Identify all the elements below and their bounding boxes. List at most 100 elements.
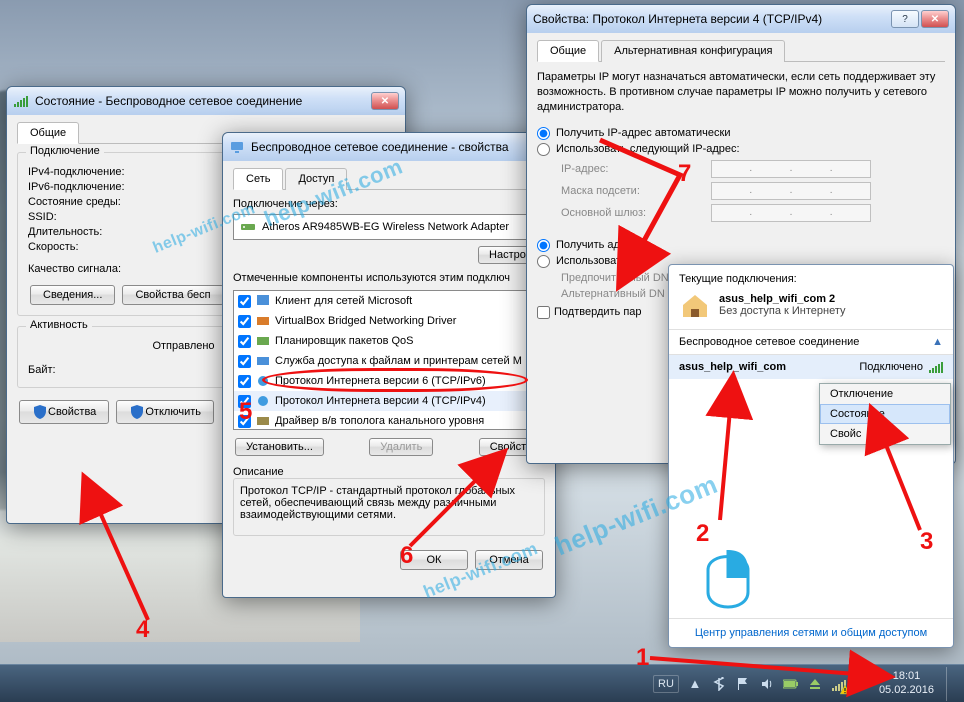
radio-auto-label: Получить IP-адрес автоматически bbox=[556, 127, 730, 139]
status-titlebar[interactable]: Состояние - Беспроводное сетевое соедине… bbox=[7, 87, 405, 115]
radio-auto-ip[interactable]: Получить IP-адрес автоматически bbox=[537, 127, 945, 140]
sent-label: Отправлено bbox=[152, 340, 214, 352]
ipv4-titlebar[interactable]: Свойства: Протокол Интернета версии 4 (T… bbox=[527, 5, 955, 33]
remove-button: Удалить bbox=[369, 438, 433, 456]
language-indicator[interactable]: RU bbox=[653, 675, 679, 693]
tab-access[interactable]: Доступ bbox=[285, 168, 347, 190]
radio[interactable] bbox=[537, 127, 550, 140]
wifi-ssid: asus_help_wifi_com bbox=[679, 361, 786, 373]
tab-general[interactable]: Общие bbox=[537, 40, 599, 62]
network-tray-icon[interactable] bbox=[831, 676, 847, 692]
flyout-ssid: asus_help_wifi_com 2 bbox=[719, 293, 846, 305]
flag-icon[interactable] bbox=[735, 676, 751, 692]
checkbox[interactable] bbox=[238, 335, 251, 348]
components-list[interactable]: Клиент для сетей Microsoft VirtualBox Br… bbox=[233, 290, 545, 430]
wifi-item[interactable]: asus_help_wifi_com Подключено bbox=[669, 355, 953, 379]
clock[interactable]: 18:01 05.02.2016 bbox=[879, 670, 934, 696]
component-label: Драйвер в/в тополога канального уровня bbox=[275, 415, 484, 427]
close-icon[interactable]: ✕ bbox=[921, 10, 949, 28]
ctx-status[interactable]: Состояние bbox=[820, 404, 950, 424]
checkbox[interactable] bbox=[238, 375, 251, 388]
annotation-circle bbox=[262, 368, 528, 392]
props-titlebar[interactable]: Беспроводное сетевое соединение - свойст… bbox=[223, 133, 555, 161]
flyout-no-access: Без доступа к Интернету bbox=[719, 305, 846, 317]
radio-auto-dns[interactable]: Получить адрес D bbox=[537, 239, 945, 252]
adapter-box: Atheros AR9485WB-EG Wireless Network Ada… bbox=[233, 214, 545, 240]
component-label: Служба доступа к файлам и принтерам сете… bbox=[275, 355, 522, 367]
ipv6-label: IPv6-подключение: bbox=[28, 181, 158, 193]
component-label: VirtualBox Bridged Networking Driver bbox=[275, 315, 456, 327]
volume-icon[interactable] bbox=[759, 676, 775, 692]
checkbox[interactable] bbox=[238, 295, 251, 308]
ssid-label: SSID: bbox=[28, 211, 158, 223]
close-icon[interactable]: ✕ bbox=[371, 92, 399, 110]
bluetooth-icon[interactable] bbox=[711, 676, 727, 692]
annotation-number-2: 2 bbox=[696, 520, 709, 548]
gw-label: Основной шлюз: bbox=[561, 207, 711, 219]
cancel-button[interactable]: Отмена bbox=[475, 550, 543, 570]
details-button[interactable]: Сведения... bbox=[30, 285, 115, 305]
driver-icon bbox=[255, 313, 271, 329]
wifi-props-button[interactable]: Свойства бесп bbox=[122, 285, 223, 305]
system-tray: RU ▲ 18:01 05.02.2016 bbox=[653, 667, 958, 701]
show-desktop-button[interactable] bbox=[946, 667, 958, 701]
speaker-icon[interactable] bbox=[855, 676, 871, 692]
flyout-wifi-section: Беспроводное сетевое соединение ▲ bbox=[669, 330, 953, 355]
description-title: Описание bbox=[233, 466, 545, 478]
activity-group-title: Активность bbox=[26, 319, 92, 331]
disable-button[interactable]: Отключить bbox=[116, 400, 214, 424]
radio-manual-ip[interactable]: Использовать следующий IP-адрес: bbox=[537, 143, 945, 156]
checkbox[interactable] bbox=[238, 355, 251, 368]
annotation-number-1: 1 bbox=[636, 644, 649, 672]
props-window: Беспроводное сетевое соединение - свойст… bbox=[222, 132, 556, 598]
topology-icon bbox=[255, 413, 271, 429]
component-label: Протокол Интернета версии 4 (TCP/IPv4) bbox=[275, 395, 486, 407]
tab-general[interactable]: Общие bbox=[17, 122, 79, 144]
ipv4-label: IPv4-подключение: bbox=[28, 166, 158, 178]
ipv4-title: Свойства: Протокол Интернета версии 4 (T… bbox=[533, 12, 891, 26]
gw-input: ... bbox=[711, 204, 871, 222]
chevron-up-icon[interactable]: ▲ bbox=[687, 676, 703, 692]
ipv4-intro: Параметры IP могут назначаться автоматич… bbox=[537, 70, 945, 115]
qos-icon bbox=[255, 333, 271, 349]
clock-time: 18:01 bbox=[879, 670, 934, 683]
battery-icon[interactable] bbox=[783, 676, 799, 692]
radio-dnsauto-label: Получить адрес D bbox=[556, 239, 649, 251]
list-item: Протокол Интернета версии 4 (TCP/IPv4) bbox=[234, 391, 544, 411]
duration-label: Длительность: bbox=[28, 226, 158, 238]
chevron-up-icon[interactable]: ▲ bbox=[932, 336, 943, 348]
props-button[interactable]: Свойства bbox=[19, 400, 109, 424]
status-title: Состояние - Беспроводное сетевое соедине… bbox=[35, 94, 371, 108]
tab-alt[interactable]: Альтернативная конфигурация bbox=[601, 40, 785, 62]
annotation-number-7: 7 bbox=[678, 160, 691, 188]
network-center-link[interactable]: Центр управления сетями и общим доступом bbox=[695, 627, 927, 639]
share-icon bbox=[255, 353, 271, 369]
wifi-connected-label: Подключено bbox=[859, 361, 923, 373]
tab-network[interactable]: Сеть bbox=[233, 168, 283, 190]
media-label: Состояние среды: bbox=[28, 196, 158, 208]
mask-input: ... bbox=[711, 182, 871, 200]
ctx-props[interactable]: Свойс bbox=[820, 424, 950, 444]
radio[interactable] bbox=[537, 239, 550, 252]
list-item: Клиент для сетей Microsoft bbox=[234, 291, 544, 311]
list-item: Планировщик пакетов QoS bbox=[234, 331, 544, 351]
checkbox[interactable] bbox=[238, 315, 251, 328]
list-item: Драйвер в/в тополога канального уровня bbox=[234, 411, 544, 430]
taskbar: RU ▲ 18:01 05.02.2016 bbox=[0, 664, 964, 702]
help-icon[interactable]: ? bbox=[891, 10, 919, 28]
clock-date: 05.02.2016 bbox=[879, 684, 934, 697]
component-label: Планировщик пакетов QoS bbox=[275, 335, 414, 347]
radio[interactable] bbox=[537, 255, 550, 268]
checkbox[interactable] bbox=[537, 306, 550, 319]
ipv4-icon bbox=[255, 393, 271, 409]
warning-badge-icon bbox=[840, 685, 850, 695]
bytes-label: Байт: bbox=[28, 364, 56, 376]
annotation-number-6: 6 bbox=[400, 542, 413, 570]
flyout-header: Текущие подключения: asus_help_wifi_com … bbox=[669, 265, 953, 330]
adapter-name: Atheros AR9485WB-EG Wireless Network Ada… bbox=[262, 221, 509, 233]
eject-icon[interactable] bbox=[807, 676, 823, 692]
install-button[interactable]: Установить... bbox=[235, 438, 324, 456]
ctx-disconnect[interactable]: Отключение bbox=[820, 384, 950, 404]
annotation-number-4: 4 bbox=[136, 616, 149, 644]
radio[interactable] bbox=[537, 143, 550, 156]
